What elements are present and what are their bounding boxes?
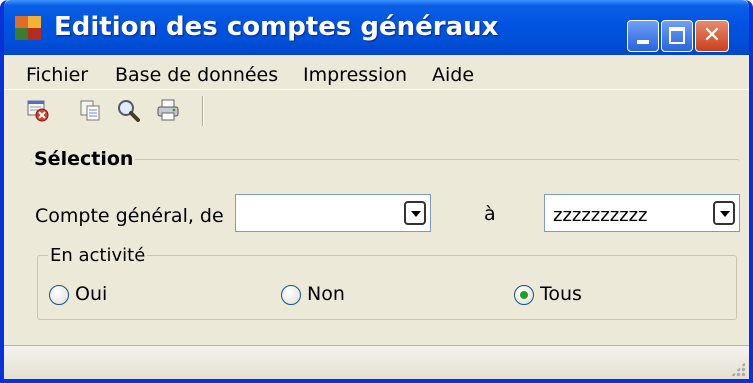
to-label: à [484, 203, 496, 225]
print-icon[interactable] [156, 98, 180, 122]
close-icon: ✕ [702, 23, 722, 48]
selection-group-title: Sélection [32, 148, 136, 170]
menu-aide[interactable]: Aide [432, 64, 474, 86]
status-bar [4, 345, 749, 379]
close-button[interactable]: ✕ [695, 20, 729, 52]
minimize-icon [637, 40, 649, 44]
menu-fichier[interactable]: Fichier [26, 64, 88, 86]
chevron-down-icon[interactable] [713, 201, 735, 225]
account-range-label: Compte général, de [35, 205, 224, 227]
minimize-button[interactable] [627, 20, 659, 52]
toolbar-separator [202, 96, 204, 126]
delete-record-icon[interactable] [26, 98, 50, 122]
radio-non-label[interactable]: Non [307, 283, 345, 305]
window-title: Edition des comptes généraux [54, 12, 499, 42]
toolbar [4, 89, 749, 130]
radio-tous-label[interactable]: Tous [540, 283, 582, 305]
app-icon [15, 16, 41, 40]
resize-grip-icon[interactable] [731, 362, 745, 376]
menu-impression[interactable]: Impression [303, 64, 407, 86]
preview-magnifier-icon[interactable] [116, 98, 140, 122]
radio-oui-label[interactable]: Oui [75, 283, 107, 305]
account-to-value: zzzzzzzzzz [553, 205, 648, 226]
maximize-icon [669, 27, 685, 44]
copy-icon[interactable] [78, 98, 102, 122]
account-to-combobox[interactable]: zzzzzzzzzz [544, 194, 740, 232]
account-from-combobox[interactable] [235, 194, 431, 232]
chevron-down-icon[interactable] [404, 201, 426, 225]
radio-button-selected[interactable] [514, 285, 534, 305]
radio-button[interactable] [49, 285, 69, 305]
radio-button[interactable] [281, 285, 301, 305]
title-bar[interactable]: Edition des comptes généraux ✕ [4, 0, 749, 55]
menu-base-de-donnees[interactable]: Base de données [115, 64, 278, 86]
main-window: Edition des comptes généraux ✕ Fichier B… [0, 0, 753, 383]
menu-bar: Fichier Base de données Impression Aide [4, 55, 749, 89]
maximize-button[interactable] [661, 20, 693, 52]
activity-group-title: En activité [48, 245, 148, 266]
